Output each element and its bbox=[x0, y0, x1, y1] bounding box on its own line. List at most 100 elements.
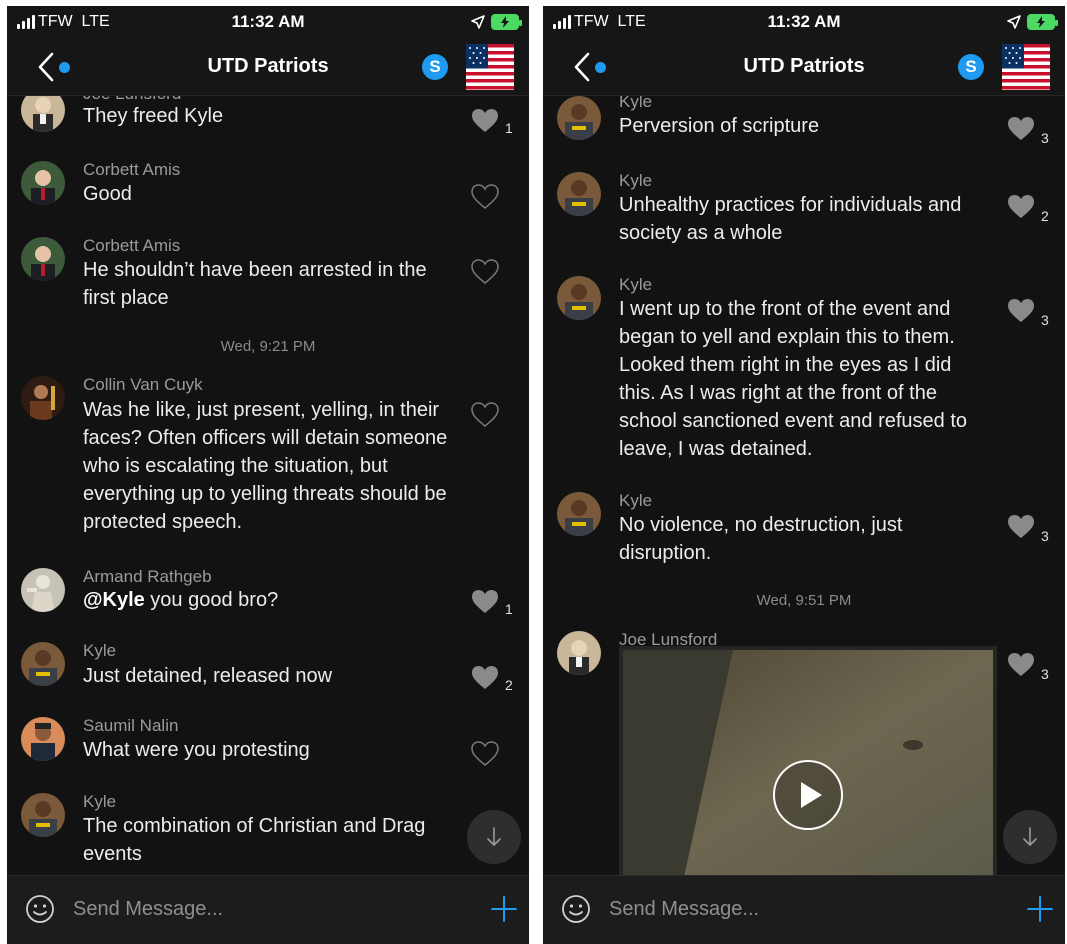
sender-name: Kyle bbox=[83, 792, 117, 811]
sender-name: Kyle bbox=[83, 641, 117, 660]
signal-icon bbox=[17, 15, 35, 29]
sender-name: Collin Van Cuyk bbox=[83, 375, 203, 394]
heart-outline-icon bbox=[471, 184, 499, 209]
group-avatar[interactable] bbox=[466, 44, 514, 90]
scroll-to-bottom-button[interactable] bbox=[1003, 810, 1057, 864]
like-button[interactable] bbox=[471, 259, 499, 285]
message-text: Perversion of scripture bbox=[619, 115, 820, 137]
sender-name: Kyle bbox=[619, 491, 653, 510]
carrier-label: TFW LTE bbox=[38, 13, 110, 30]
composer-bar bbox=[543, 875, 1065, 944]
avatar[interactable] bbox=[557, 276, 601, 320]
like-count: 1 bbox=[505, 601, 513, 617]
like-button[interactable] bbox=[1007, 116, 1035, 142]
scroll-to-bottom-button[interactable] bbox=[467, 810, 521, 864]
like-button[interactable] bbox=[1007, 298, 1035, 324]
location-arrow-icon bbox=[471, 15, 485, 29]
message-text: @Kyle you good bro? bbox=[83, 589, 279, 611]
emoji-icon[interactable] bbox=[561, 894, 591, 924]
avatar[interactable] bbox=[557, 492, 601, 536]
heart-icon bbox=[472, 666, 498, 689]
us-flag-icon bbox=[1002, 44, 1050, 90]
date-separator: Wed, 9:51 PM bbox=[756, 592, 852, 609]
avatar[interactable] bbox=[557, 172, 601, 216]
message-list[interactable]: Kyle Perversion of scripture 3 Kyle Unhe… bbox=[543, 96, 1065, 875]
arrow-down-icon bbox=[487, 827, 501, 846]
plus-icon[interactable] bbox=[1025, 894, 1055, 924]
emoji-icon[interactable] bbox=[25, 894, 55, 924]
battery-charging-icon bbox=[1027, 14, 1058, 30]
sender-name: Corbett Amis bbox=[83, 160, 181, 179]
heart-outline-icon bbox=[471, 741, 499, 766]
composer-bar bbox=[7, 875, 529, 944]
sender-name: Kyle bbox=[619, 275, 653, 294]
like-button[interactable] bbox=[471, 402, 499, 428]
message-input[interactable] bbox=[73, 891, 463, 927]
plus-icon[interactable] bbox=[489, 894, 519, 924]
chat-header: UTD Patriots S bbox=[543, 38, 1065, 96]
like-count: 1 bbox=[505, 120, 513, 136]
us-flag-icon bbox=[466, 44, 514, 90]
like-count: 3 bbox=[1041, 666, 1049, 682]
like-count: 3 bbox=[1041, 130, 1049, 146]
avatar[interactable] bbox=[21, 376, 65, 420]
avatar[interactable] bbox=[21, 237, 65, 281]
group-title: UTD Patriots bbox=[207, 55, 329, 77]
avatar[interactable] bbox=[21, 717, 65, 761]
play-icon bbox=[801, 782, 822, 808]
message-text: Just detained, released now bbox=[83, 665, 333, 687]
heart-outline-icon bbox=[471, 259, 499, 284]
avatar[interactable] bbox=[557, 96, 601, 140]
avatar[interactable] bbox=[21, 642, 65, 686]
signal-icon bbox=[553, 15, 571, 29]
like-button[interactable] bbox=[1007, 194, 1035, 220]
sender-name: Saumil Nalin bbox=[83, 716, 179, 735]
like-count: 3 bbox=[1041, 528, 1049, 544]
sender-name: Corbett Amis bbox=[83, 236, 181, 255]
status-bar: TFW LTE 11:32 AM bbox=[7, 6, 529, 38]
message-list[interactable]: Joe Lunsford They freed Kyle 1 Corbett A… bbox=[7, 96, 529, 875]
message-text: The combination of Christian and Drag ev… bbox=[83, 815, 426, 865]
sender-name: Kyle bbox=[619, 96, 653, 111]
sender-name: Armand Rathgeb bbox=[83, 567, 212, 586]
like-count: 2 bbox=[505, 677, 513, 693]
heart-icon bbox=[472, 590, 498, 613]
avatar[interactable] bbox=[557, 631, 601, 675]
heart-icon bbox=[1008, 299, 1034, 322]
heart-icon bbox=[1008, 195, 1034, 218]
avatar[interactable] bbox=[21, 161, 65, 205]
date-separator: Wed, 9:21 PM bbox=[220, 338, 316, 355]
chat-header: UTD Patriots S bbox=[7, 38, 529, 96]
avatar[interactable] bbox=[21, 793, 65, 837]
skype-icon[interactable]: S bbox=[422, 54, 448, 80]
message-text: Was he like, just present, yelling, in t… bbox=[83, 399, 448, 533]
user-mention[interactable]: @Kyle bbox=[83, 589, 145, 611]
heart-icon bbox=[1008, 653, 1034, 676]
phone-screen-left: TFW LTE 11:32 AM UTD Patriots S They fre… bbox=[7, 6, 529, 944]
location-arrow-icon bbox=[1007, 15, 1021, 29]
battery-charging-icon bbox=[491, 14, 522, 30]
avatar[interactable] bbox=[21, 96, 65, 132]
message-text: What were you protesting bbox=[83, 739, 310, 761]
like-button[interactable] bbox=[471, 184, 499, 210]
play-button[interactable] bbox=[773, 760, 843, 830]
like-button[interactable] bbox=[471, 665, 499, 691]
like-button[interactable] bbox=[1007, 514, 1035, 540]
message-input[interactable] bbox=[609, 891, 999, 927]
like-count: 2 bbox=[1041, 208, 1049, 224]
message-text: He shouldn’t have been arrested in the f… bbox=[83, 259, 427, 309]
like-button[interactable] bbox=[471, 108, 499, 134]
arrow-down-icon bbox=[1023, 827, 1037, 846]
video-attachment[interactable] bbox=[619, 646, 997, 875]
group-title: UTD Patriots bbox=[743, 55, 865, 77]
like-button[interactable] bbox=[471, 589, 499, 615]
like-button[interactable] bbox=[1007, 652, 1035, 678]
like-button[interactable] bbox=[471, 741, 499, 767]
avatar[interactable] bbox=[21, 568, 65, 612]
skype-icon[interactable]: S bbox=[958, 54, 984, 80]
heart-outline-icon bbox=[471, 402, 499, 427]
group-avatar[interactable] bbox=[1002, 44, 1050, 90]
heart-icon bbox=[1008, 515, 1034, 538]
heart-icon bbox=[472, 109, 498, 132]
message-text: I went up to the front of the event and … bbox=[619, 298, 968, 460]
